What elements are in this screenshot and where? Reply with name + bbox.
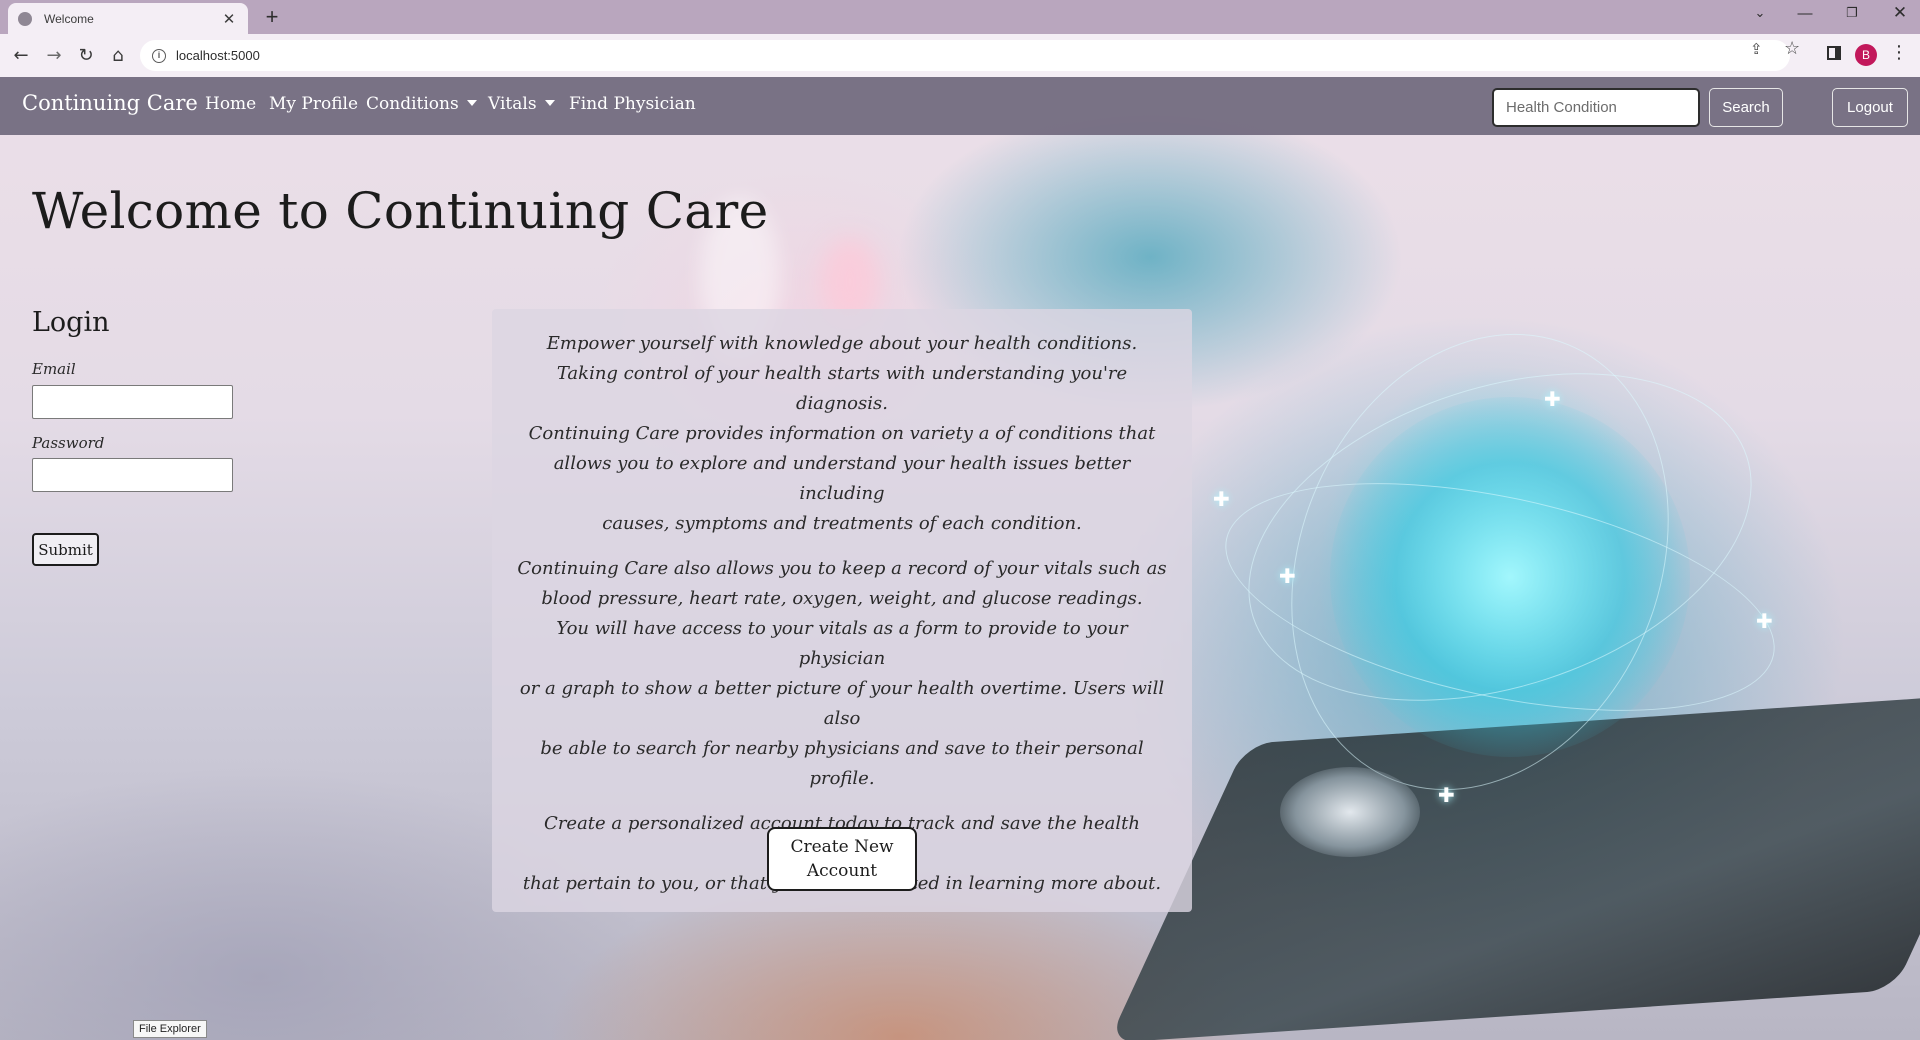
info-line: causes, symptoms and treatments of each … [602, 513, 1082, 534]
info-line: Continuing Care provides information on … [528, 423, 1156, 444]
info-paragraph-2: Continuing Care also allows you to keep … [514, 554, 1170, 794]
logout-button[interactable]: Logout [1832, 88, 1908, 127]
email-label: Email [32, 360, 76, 378]
profile-avatar[interactable]: B [1855, 44, 1877, 66]
conditions-label: Conditions [366, 94, 459, 114]
info-line: Empower yourself with knowledge about yo… [546, 333, 1138, 354]
globe-icon [18, 11, 32, 26]
info-paragraph-1: Empower yourself with knowledge about yo… [514, 329, 1170, 539]
sparkle-icon: ✚ [1279, 564, 1296, 588]
password-field[interactable] [32, 458, 233, 492]
nav-link-home[interactable]: Home [205, 94, 256, 114]
page-background: ✚ ✚ ✚ ✚ ✚ Continuing Care Home My Profil… [0, 77, 1920, 1040]
browser-tab-welcome[interactable]: Welcome ✕ [8, 3, 248, 34]
url-text[interactable]: localhost:5000 [176, 48, 260, 63]
new-tab-icon[interactable]: + [259, 4, 285, 30]
sparkle-icon: ✚ [1544, 387, 1561, 411]
tab-title: Welcome [44, 11, 94, 26]
arrow-left-icon[interactable]: ← [7, 42, 35, 70]
sparkle-icon: ✚ [1438, 783, 1455, 807]
password-label: Password [32, 434, 105, 452]
caret-down-icon [466, 99, 477, 106]
caret-down-icon [544, 99, 555, 106]
home-icon[interactable]: ⌂ [104, 42, 132, 70]
info-line: also [823, 708, 861, 729]
arrow-right-icon[interactable]: → [40, 42, 68, 70]
sparkle-icon: ✚ [1213, 487, 1230, 511]
nav-link-my-profile[interactable]: My Profile [269, 94, 358, 114]
info-line: or a graph to show a better picture of y… [519, 678, 1165, 699]
browser-tab-strip: Welcome ✕ + ⌄ — ❐ ✕ [0, 0, 1920, 34]
orb-ring [1206, 313, 1794, 761]
page-title: Welcome to Continuing Care [32, 182, 769, 240]
close-window-icon[interactable]: ✕ [1880, 3, 1920, 23]
info-line: blood pressure, heart rate, oxygen, weig… [541, 588, 1143, 609]
orb-glow [1330, 397, 1690, 757]
kebab-menu-icon[interactable]: ⋮ [1890, 42, 1908, 63]
vitals-label: Vitals [488, 94, 537, 114]
info-icon[interactable]: i [152, 48, 166, 63]
nav-link-find-physician[interactable]: Find Physician [569, 94, 696, 114]
browser-toolbar: ← → ↻ ⌂ i localhost:5000 ⇪ ☆ B ⋮ [0, 34, 1920, 77]
info-line: Continuing Care also allows you to keep … [517, 558, 1167, 579]
create-button-line-1: Create New [790, 837, 894, 857]
orb-ring [1205, 440, 1795, 754]
minimize-icon[interactable]: — [1785, 5, 1825, 22]
side-panel-icon[interactable] [1827, 46, 1841, 60]
star-icon[interactable]: ☆ [1784, 38, 1800, 59]
site-navbar: Continuing Care Home My Profile Conditio… [0, 77, 1920, 135]
health-condition-search-input[interactable] [1492, 88, 1700, 127]
tab-search-chevron-icon[interactable]: ⌄ [1740, 5, 1780, 21]
info-line: be able to search for nearby physicians … [540, 738, 1144, 789]
sparkle-icon: ✚ [1756, 609, 1773, 633]
submit-button[interactable]: Submit [32, 533, 99, 566]
email-field[interactable] [32, 385, 233, 419]
address-bar[interactable]: i localhost:5000 [140, 40, 1790, 71]
create-button-line-2: Account [806, 861, 878, 881]
reload-icon[interactable]: ↻ [72, 42, 100, 70]
nav-dropdown-vitals[interactable]: Vitals [488, 94, 555, 114]
nav-dropdown-conditions[interactable]: Conditions [366, 94, 477, 114]
tablet-image [1107, 690, 1920, 1040]
login-heading: Login [32, 307, 110, 338]
file-explorer-tooltip: File Explorer [133, 1020, 207, 1038]
brand-link[interactable]: Continuing Care [22, 91, 198, 115]
share-icon[interactable]: ⇪ [1750, 40, 1763, 58]
info-line: You will have access to your vitals as a… [556, 618, 1128, 669]
info-card: Empower yourself with knowledge about yo… [492, 309, 1192, 912]
restore-icon[interactable]: ❐ [1832, 5, 1872, 21]
info-line: allows you to explore and understand you… [553, 453, 1131, 504]
close-tab-icon[interactable]: ✕ [220, 10, 238, 28]
search-button[interactable]: Search [1709, 88, 1783, 127]
create-new-account-button[interactable]: Create New Account [767, 827, 917, 891]
info-line: Taking control of your health starts wit… [556, 363, 1128, 414]
